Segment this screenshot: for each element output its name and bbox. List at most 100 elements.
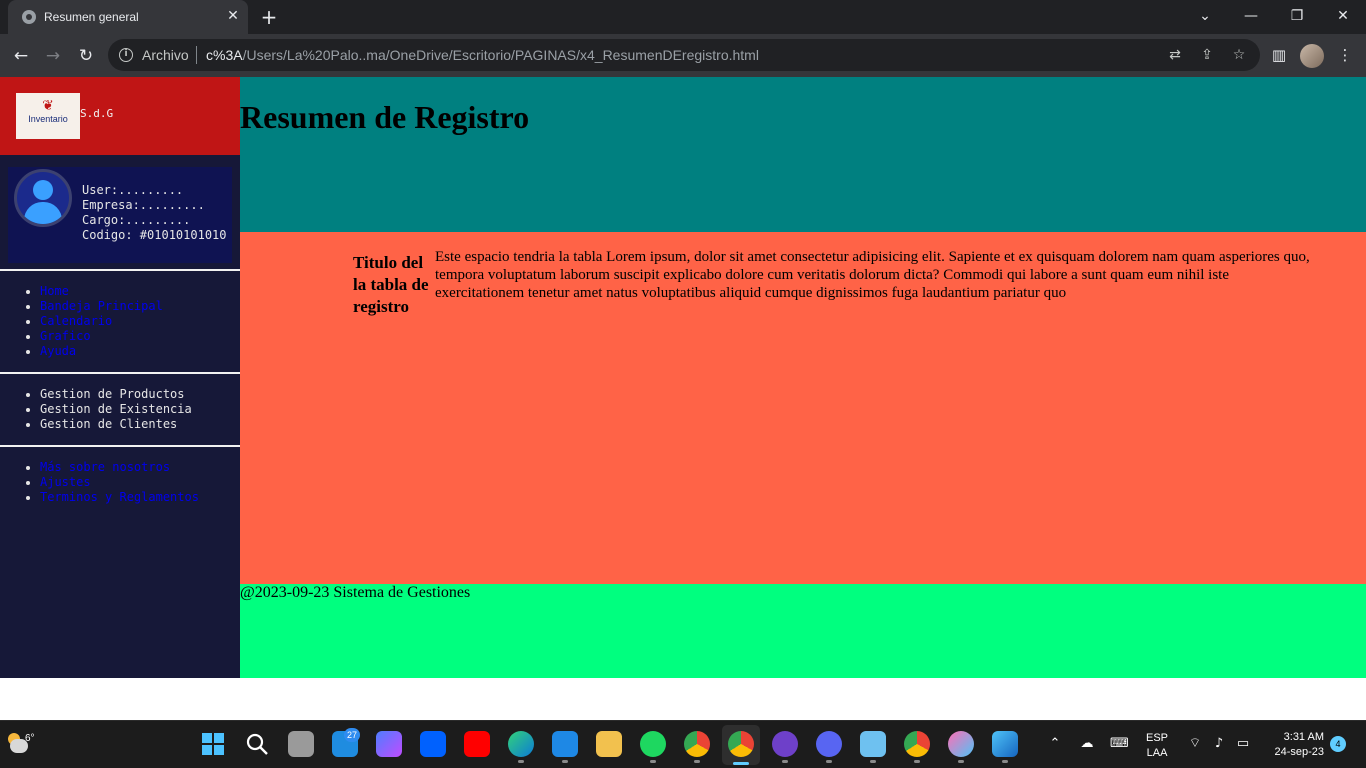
list-item: Ajustes (40, 475, 199, 490)
github-icon[interactable] (772, 731, 798, 757)
language-indicator[interactable]: ESP LAA (1146, 731, 1168, 761)
notification-badge[interactable]: 4 (1330, 736, 1346, 752)
running-indicator (870, 760, 876, 763)
sidebar-divider (0, 269, 240, 271)
menu-kebab-icon[interactable]: ⋮ (1333, 43, 1357, 67)
vscode-icon[interactable] (552, 731, 578, 757)
running-indicator (562, 760, 568, 763)
avatar-head (33, 180, 53, 200)
management-item-productos: Gestion de Productos (40, 387, 192, 402)
list-item: Grafico (40, 329, 163, 344)
running-indicator (826, 760, 832, 763)
translate-icon[interactable]: ⇄ (1166, 46, 1184, 64)
search-icon[interactable] (244, 731, 270, 757)
close-window-button[interactable]: ✕ (1328, 4, 1358, 28)
bookmark-star-icon[interactable]: ☆ (1230, 46, 1248, 64)
chrome-alt-icon[interactable] (904, 731, 930, 757)
list-item: Ayuda (40, 344, 163, 359)
profile-card: User:......... Empresa:......... Cargo:.… (8, 167, 232, 263)
running-indicator (518, 760, 524, 763)
chrome-icon[interactable] (684, 731, 710, 757)
nav-link-bandeja[interactable]: Bandeja Principal (40, 299, 163, 313)
photos-icon[interactable] (992, 731, 1018, 757)
spotify-icon[interactable] (640, 731, 666, 757)
nav-link-ayuda[interactable]: Ayuda (40, 344, 76, 358)
info-icon[interactable]: i (119, 48, 133, 62)
running-indicator (914, 760, 920, 763)
running-indicator (694, 760, 700, 763)
brand-header: ❦ Inventario S.d.G (0, 77, 240, 155)
empresa-field: Empresa:......... (82, 198, 205, 212)
url-path: /Users/La%20Palo..ma/OneDrive/Escritorio… (242, 47, 759, 63)
volume-muted-icon[interactable]: ♪ (1210, 735, 1228, 753)
running-indicator (782, 760, 788, 763)
youtube-icon[interactable] (464, 731, 490, 757)
nav-link-ajustes[interactable]: Ajustes (40, 475, 91, 489)
tab-bar: Resumen general ✕ + ⌄ — ❐ ✕ (0, 0, 1366, 34)
clock-time: 3:31 AM (1283, 731, 1324, 743)
discord-icon[interactable] (816, 731, 842, 757)
management-item-clientes: Gestion de Clientes (40, 417, 192, 432)
copilot-icon[interactable] (376, 731, 402, 757)
dropbox-icon[interactable] (420, 731, 446, 757)
list-item: Más sobre nosotros (40, 460, 199, 475)
running-indicator (650, 760, 656, 763)
battery-icon[interactable]: ▭ (1234, 735, 1252, 753)
onedrive-icon[interactable]: ☁ (1078, 735, 1096, 753)
close-tab-icon[interactable]: ✕ (224, 7, 242, 25)
start-windows-icon[interactable] (200, 731, 226, 757)
active-indicator (733, 762, 749, 765)
edge-icon[interactable] (508, 731, 534, 757)
chrome-profile-icon[interactable] (728, 731, 754, 757)
keyboard-icon[interactable]: ⌨ (1110, 735, 1129, 753)
list-item: Bandeja Principal (40, 299, 163, 314)
globe-icon (22, 10, 36, 24)
weather-widget[interactable]: 6° (8, 733, 48, 757)
back-button[interactable]: ← (8, 43, 34, 69)
nav-link-grafico[interactable]: Grafico (40, 329, 91, 343)
paint-icon[interactable] (948, 731, 974, 757)
side-panel-icon[interactable]: ▥ (1267, 43, 1291, 67)
forward-button[interactable]: → (40, 43, 66, 69)
share-icon[interactable]: ⇪ (1198, 46, 1216, 64)
tray-chevron-up-icon[interactable]: ⌃ (1046, 735, 1064, 753)
profile-avatar[interactable] (1300, 44, 1324, 68)
browser-tab[interactable]: Resumen general ✕ (8, 0, 248, 34)
restore-button[interactable]: ❐ (1282, 4, 1312, 28)
url-text[interactable]: c%3A/Users/La%20Palo..ma/OneDrive/Escrit… (206, 47, 759, 63)
new-tab-button[interactable]: + (258, 6, 280, 28)
cargo-field: Cargo:......... (82, 213, 191, 227)
logo-mark-icon: ❦ (42, 98, 54, 114)
url-scheme-label: Archivo (142, 47, 189, 63)
nav-link-calendario[interactable]: Calendario (40, 314, 112, 328)
sidebar-divider (0, 372, 240, 374)
language-code: ESP (1146, 732, 1169, 744)
clock-date: 24-sep-23 (1274, 746, 1324, 758)
address-bar[interactable]: i Archivo c%3A/Users/La%20Palo..ma/OneDr… (108, 39, 1260, 71)
logo-text: Inventario (28, 114, 68, 124)
sidebar-divider (0, 445, 240, 447)
running-indicator (958, 760, 964, 763)
nav-link-terminos[interactable]: Terminos y Reglamentos (40, 490, 199, 504)
table-placeholder-text: Este espacio tendria la tabla Lorem ipsu… (435, 249, 1310, 301)
clock[interactable]: 3:31 AM 24-sep-23 (1266, 730, 1324, 760)
file-explorer-icon[interactable] (596, 731, 622, 757)
footer-text: @2023-09-23 Sistema de Gestiones (240, 584, 471, 601)
magnifier-icon (246, 733, 268, 755)
tab-search-icon[interactable]: ⌄ (1190, 4, 1220, 28)
table-title: Titulo del la tabla de registro (353, 253, 429, 316)
page-header: Resumen de Registro (240, 77, 1366, 232)
task-view-icon[interactable] (288, 731, 314, 757)
reload-button[interactable]: ↻ (73, 43, 99, 69)
wifi-icon[interactable]: ⌔ (1186, 735, 1204, 753)
url-separator (196, 46, 197, 64)
page-title: Resumen de Registro (240, 99, 530, 135)
minimize-button[interactable]: — (1236, 4, 1266, 28)
keyboard-layout: LAA (1146, 747, 1168, 759)
logo: ❦ Inventario (16, 93, 80, 139)
nav-link-nosotros[interactable]: Más sobre nosotros (40, 460, 170, 474)
browser-toolbar: ← → ↻ i Archivo c%3A/Users/La%20Palo..ma… (0, 34, 1366, 77)
list-item: Home (40, 284, 163, 299)
notepad-icon[interactable] (860, 731, 886, 757)
nav-link-home[interactable]: Home (40, 284, 69, 298)
